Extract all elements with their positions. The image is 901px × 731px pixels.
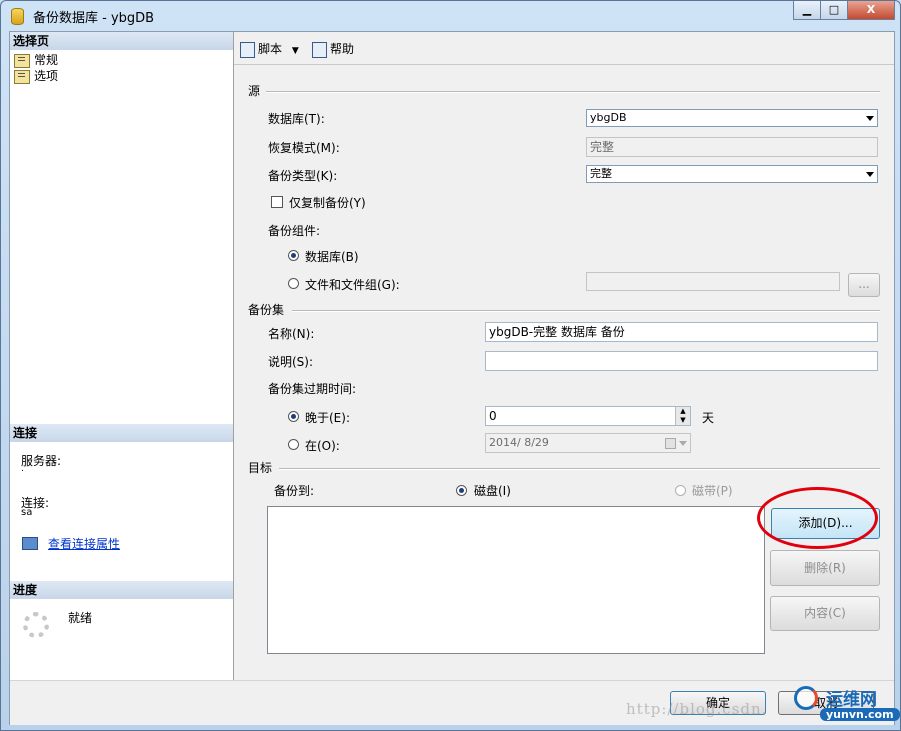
window-title: 备份数据库 - ybgDB <box>33 11 155 26</box>
chevron-down-icon <box>866 172 874 177</box>
page-icon <box>14 69 30 84</box>
watermark-logo-domain: yunvn.com <box>820 708 900 721</box>
expire-days-value: 0 <box>489 409 497 423</box>
expire-after-radio[interactable] <box>288 411 299 422</box>
database-label: 数据库(T): <box>268 112 325 126</box>
expire-date-picker: 2014/ 8/29 <box>485 433 691 453</box>
nav-label: 选项 <box>34 69 59 83</box>
backup-set-header: 备份集 <box>248 303 285 317</box>
toolbar: 脚本 ▼ 帮助 <box>234 32 894 65</box>
logo-icon <box>794 686 818 710</box>
connection-value: sa <box>21 507 33 518</box>
progress-header: 进度 <box>10 581 233 599</box>
expiration-label: 备份集过期时间: <box>268 382 357 396</box>
backup-type-label: 备份类型(K): <box>268 169 338 183</box>
files-field <box>586 272 840 291</box>
help-label: 帮助 <box>330 42 355 56</box>
source-header: 源 <box>248 84 261 98</box>
tape-label: 磁带(P) <box>692 484 733 498</box>
copy-only-checkbox[interactable] <box>271 196 283 208</box>
divider <box>279 468 880 470</box>
disk-label: 磁盘(I) <box>474 484 511 498</box>
recovery-model-field: 完整 <box>586 137 878 157</box>
backup-type-select-value: 完整 <box>590 167 612 180</box>
nav-item-general[interactable]: 常规 <box>14 52 58 68</box>
select-page-header: 选择页 <box>10 32 233 50</box>
script-label: 脚本 <box>258 42 283 56</box>
expire-on-radio[interactable] <box>288 439 299 450</box>
nav-label: 常规 <box>34 53 59 67</box>
spinner-arrows-icon[interactable]: ▲ ▼ <box>675 407 690 425</box>
backup-type-select[interactable]: 完整 <box>586 165 878 183</box>
backup-name-input[interactable]: ybgDB-完整 数据库 备份 <box>485 322 878 342</box>
database-select-value: ybgDB <box>590 111 627 124</box>
tape-radio <box>675 485 686 496</box>
backup-name-label: 名称(N): <box>268 327 315 341</box>
connection-header: 连接 <box>10 424 233 442</box>
help-button[interactable]: 帮助 <box>312 40 354 58</box>
nav-item-options[interactable]: 选项 <box>14 68 58 84</box>
maximize-button[interactable]: □ <box>820 1 848 20</box>
expire-after-label: 晚于(E): <box>305 411 350 425</box>
component-files-radio[interactable] <box>288 278 299 289</box>
progress-status: 就绪 <box>68 611 93 625</box>
script-button[interactable]: 脚本 ▼ <box>240 40 299 58</box>
description-label: 说明(S): <box>268 355 314 369</box>
divider <box>292 310 880 312</box>
progress-spinner-icon <box>23 612 49 638</box>
recovery-model-label: 恢复模式(M): <box>268 141 340 155</box>
component-database-label: 数据库(B) <box>305 250 359 264</box>
page-icon <box>14 53 30 68</box>
minimize-button[interactable]: ▁ <box>793 1 821 20</box>
view-connection-properties-link[interactable]: 查看连接属性 <box>48 535 120 552</box>
dialog-client: 选择页 常规 选项 连接 服务器: . 连接: sa 查看连接属性 进度 就绪 … <box>9 31 895 725</box>
watermark-logo-text: 运维网 <box>826 690 877 710</box>
expire-on-label: 在(O): <box>305 439 340 453</box>
help-icon <box>312 41 327 58</box>
dropdown-arrow-icon: ▼ <box>291 46 299 56</box>
destination-list[interactable] <box>267 506 765 654</box>
component-database-radio[interactable] <box>288 250 299 261</box>
component-files-label: 文件和文件组(G): <box>305 278 400 292</box>
destination-header: 目标 <box>248 461 273 475</box>
copy-only-label: 仅复制备份(Y) <box>289 196 366 210</box>
annotation-circle <box>757 487 878 549</box>
browse-files-button[interactable]: ... <box>848 273 880 297</box>
server-label: 服务器: <box>21 454 62 468</box>
divider <box>266 91 880 93</box>
backup-component-label: 备份组件: <box>268 224 321 238</box>
script-icon <box>240 41 255 58</box>
backup-to-label: 备份到: <box>274 484 315 498</box>
chevron-down-icon <box>866 116 874 121</box>
description-input[interactable] <box>485 351 878 371</box>
dialog-window: 备份数据库 - ybgDB ▁ □ X 选择页 常规 选项 连接 服务器: . … <box>0 0 901 731</box>
database-select[interactable]: ybgDB <box>586 109 878 127</box>
chevron-down-icon <box>679 441 687 446</box>
title-bar[interactable]: 备份数据库 - ybgDB ▁ □ X <box>1 1 900 31</box>
watermark-url: http://blog.csdn. <box>626 700 768 718</box>
remove-button[interactable]: 删除(R) <box>770 550 880 586</box>
expire-days-spinner[interactable]: 0 ▲ ▼ <box>485 406 691 426</box>
contents-button[interactable]: 内容(C) <box>770 596 880 631</box>
left-pane: 选择页 常规 选项 连接 服务器: . 连接: sa 查看连接属性 进度 就绪 <box>10 32 234 680</box>
expire-date-value: 2014/ 8/29 <box>489 436 549 449</box>
connection-properties-icon <box>22 537 38 550</box>
days-unit-label: 天 <box>702 411 715 425</box>
server-value: . <box>21 464 24 474</box>
calendar-icon <box>665 438 676 449</box>
disk-radio[interactable] <box>456 485 467 496</box>
close-button[interactable]: X <box>847 1 895 20</box>
right-pane: 脚本 ▼ 帮助 源 数据库(T): ybgDB 恢复模式(M): 完整 备份类型… <box>234 32 894 680</box>
database-icon <box>11 8 24 25</box>
